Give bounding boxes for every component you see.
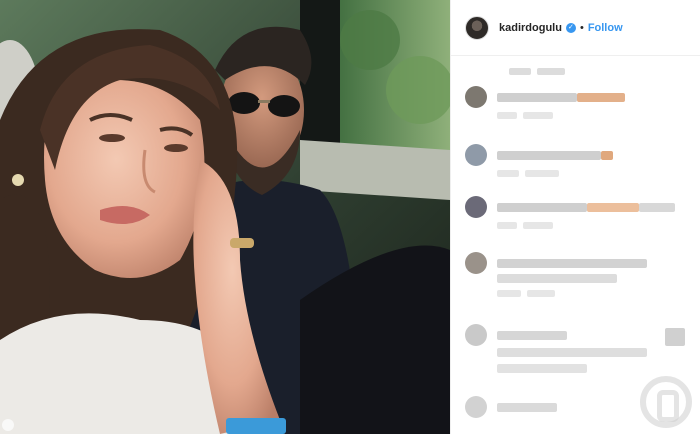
- commenter-avatar[interactable]: [465, 324, 487, 346]
- post-photo[interactable]: [0, 0, 450, 434]
- separator-dot: •: [579, 21, 584, 34]
- list-item: [465, 324, 690, 373]
- list-item: [465, 144, 690, 177]
- commenter-avatar[interactable]: [465, 252, 487, 274]
- commenter-avatar[interactable]: [465, 396, 487, 418]
- username-link[interactable]: kadirdogulu: [499, 22, 562, 34]
- watermark-logo-icon: [640, 376, 692, 428]
- list-item: [465, 196, 690, 229]
- verified-badge-icon: ✓: [565, 22, 576, 33]
- follow-button[interactable]: Follow: [588, 22, 623, 34]
- selfie-image: [0, 0, 450, 434]
- avatar[interactable]: [465, 15, 489, 40]
- commenter-avatar[interactable]: [465, 86, 487, 108]
- post-sidebar: kadirdogulu ✓ • Follow: [450, 0, 700, 434]
- list-item: [465, 252, 690, 297]
- commenter-avatar[interactable]: [465, 196, 487, 218]
- commenter-avatar[interactable]: [465, 144, 487, 166]
- post-header: kadirdogulu ✓ • Follow: [451, 0, 700, 56]
- list-item: [465, 86, 690, 119]
- comments-list[interactable]: [451, 56, 700, 434]
